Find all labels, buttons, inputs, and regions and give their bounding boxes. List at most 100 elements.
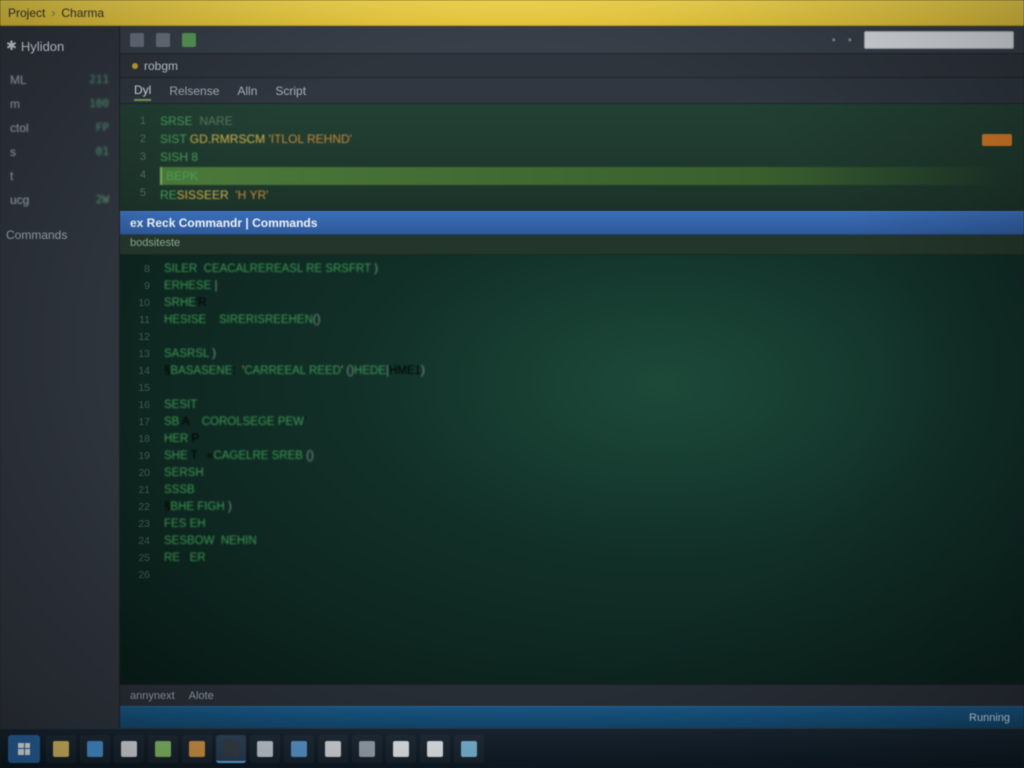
- sidebar-item[interactable]: ML 211: [6, 68, 113, 92]
- taskbar: [0, 728, 1024, 768]
- taskbar-app-files[interactable]: [284, 735, 314, 763]
- search-input[interactable]: [864, 31, 1014, 49]
- sidebar-item-value: FP: [96, 121, 109, 135]
- file-tab[interactable]: robgm: [120, 54, 1024, 78]
- sidebar-item-value: 211: [89, 73, 109, 87]
- explorer-icon: [53, 741, 69, 757]
- panel-title: ex Reck Commandr | Commands: [130, 216, 317, 230]
- code-line[interactable]: SSSB: [164, 482, 1012, 499]
- bottom-tab[interactable]: Alote: [189, 690, 214, 702]
- commands-panel-header[interactable]: ex Reck Commandr | Commands: [120, 211, 1024, 235]
- taskbar-app-editor[interactable]: [250, 735, 280, 763]
- app-brand: ✱ Hylidon: [6, 38, 113, 54]
- sidebar-item-value: 01: [96, 145, 109, 159]
- sidebar-item-label: t: [10, 169, 13, 183]
- code-line[interactable]: SIST GD.RMRSCM 'ITLOL REHND': [160, 130, 1012, 148]
- taskbar-app-terminal[interactable]: [216, 735, 246, 763]
- code-line[interactable]: SASRSL ): [164, 346, 1012, 363]
- tab-script[interactable]: Script: [275, 82, 306, 100]
- notes-icon: [189, 741, 205, 757]
- gutter-bottom: 891011121314151617181920212223242526: [120, 261, 156, 584]
- settings-icon: [359, 741, 375, 757]
- editor-bottom-pane[interactable]: 891011121314151617181920212223242526 SIL…: [120, 255, 1024, 684]
- tab-relsense[interactable]: Relsense: [169, 82, 219, 100]
- code-line[interactable]: HESISE SIRERISREEHEN(): [164, 312, 1012, 329]
- code-line[interactable]: SESIT: [164, 397, 1012, 414]
- app3-icon: [461, 741, 477, 757]
- breadcrumb-bar: Project › Charma: [0, 0, 1024, 26]
- sidebar-item-value: 100: [89, 97, 109, 111]
- content-area: • • robgm Dyl Relsense Alln Script 12345 SR…: [120, 26, 1024, 728]
- sidebar-item[interactable]: ctol FP: [6, 116, 113, 140]
- taskbar-app-browser[interactable]: [80, 735, 110, 763]
- sidebar-item-label: m: [10, 97, 20, 111]
- code-line[interactable]: [164, 380, 1012, 397]
- code-line[interactable]: SB A COROLSEGE PEW': [164, 414, 1012, 431]
- code-line[interactable]: SISH 8: [160, 148, 1012, 166]
- media-icon: [325, 741, 341, 757]
- sidebar-item[interactable]: s 01: [6, 140, 113, 164]
- folder-icon[interactable]: [156, 33, 170, 47]
- sidebar-item[interactable]: t: [6, 164, 113, 188]
- sidebar-section-commands[interactable]: Commands: [6, 228, 113, 242]
- grid-icon[interactable]: [130, 33, 144, 47]
- modified-dot-icon: [132, 63, 138, 69]
- toolbar: • •: [120, 26, 1024, 54]
- sidebar-item-label: ML: [10, 73, 27, 87]
- run-icon[interactable]: [182, 33, 196, 47]
- code-line[interactable]: [164, 329, 1012, 346]
- code-line[interactable]: FES EH: [164, 516, 1012, 533]
- terminal-icon: [223, 740, 239, 756]
- files-icon: [291, 741, 307, 757]
- doc1-icon: [393, 741, 409, 757]
- taskbar-app-mail[interactable]: [114, 735, 144, 763]
- taskbar-app-notes[interactable]: [182, 735, 212, 763]
- store-icon: [155, 741, 171, 757]
- code-line[interactable]: SILER CEACALREREASL RE SRSFRT ): [164, 261, 1012, 278]
- code-line[interactable]: BEPK: [160, 167, 1012, 185]
- code-line[interactable]: §BASASENE: 'CARREEAL REED' ()HEDE|HME1): [164, 363, 1012, 380]
- code-line[interactable]: ERHESE |: [164, 278, 1012, 295]
- code-line[interactable]: SERSH: [164, 465, 1012, 482]
- code-line[interactable]: HER P: [164, 431, 1012, 448]
- code-line[interactable]: RE ER: [164, 550, 1012, 567]
- browser-icon: [87, 741, 103, 757]
- sidebar-item-label: s: [10, 145, 16, 159]
- editor-icon: [257, 741, 273, 757]
- sidebar-item[interactable]: ucg2W: [6, 188, 113, 212]
- sub-tabs: Dyl Relsense Alln Script: [120, 78, 1024, 104]
- bottom-tab[interactable]: annynext: [130, 690, 175, 702]
- taskbar-app-app3[interactable]: [454, 735, 484, 763]
- panel-sub-label: bodsiteste: [120, 235, 1024, 255]
- code-line[interactable]: SRSE NARE: [160, 112, 1012, 130]
- breadcrumb-current[interactable]: Charma: [61, 6, 104, 20]
- code-line[interactable]: RESISSEER 'H YR': [160, 186, 1012, 204]
- taskbar-app-doc2[interactable]: [420, 735, 450, 763]
- taskbar-app-settings[interactable]: [352, 735, 382, 763]
- status-bar: Running: [120, 706, 1024, 728]
- tab-dyl[interactable]: Dyl: [134, 81, 151, 101]
- tab-alln[interactable]: Alln: [237, 82, 257, 100]
- main-shell: ✱ Hylidon ML 211 m 100 ctol FP s 01 t ucg2W Comma…: [0, 26, 1024, 728]
- code-line[interactable]: SRHE'R: [164, 295, 1012, 312]
- mail-icon: [121, 741, 137, 757]
- brand-label: Hylidon: [21, 39, 64, 54]
- code-line[interactable]: §BHE FIGH ): [164, 499, 1012, 516]
- bottom-tabs: annynext Alote: [120, 684, 1024, 706]
- taskbar-app-store[interactable]: [148, 735, 178, 763]
- breadcrumb-root[interactable]: Project: [8, 6, 45, 20]
- start-button[interactable]: [8, 735, 40, 763]
- sidebar-item-label: ctol: [10, 121, 29, 135]
- editor-top-pane[interactable]: 12345 SRSE NARESIST GD.RMRSCM 'ITLOL REH…: [120, 104, 1024, 211]
- taskbar-app-explorer[interactable]: [46, 735, 76, 763]
- dot-icon: •: [832, 33, 836, 47]
- windows-icon: [18, 743, 30, 755]
- code-line[interactable]: SESBOW NEHIN: [164, 533, 1012, 550]
- taskbar-app-doc1[interactable]: [386, 735, 416, 763]
- code-line[interactable]: SHE T «CAGELRE SREB (): [164, 448, 1012, 465]
- taskbar-app-media[interactable]: [318, 735, 348, 763]
- warning-badge[interactable]: [982, 134, 1012, 146]
- asterisk-icon: ✱: [6, 38, 17, 54]
- sidebar-item[interactable]: m 100: [6, 92, 113, 116]
- doc2-icon: [427, 741, 443, 757]
